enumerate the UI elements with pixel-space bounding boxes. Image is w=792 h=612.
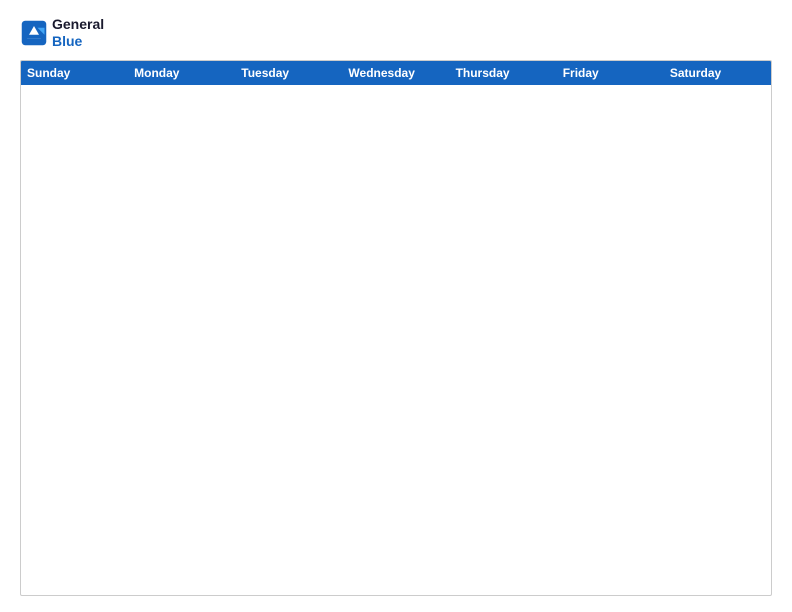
header-monday: Monday — [128, 61, 235, 85]
header-tuesday: Tuesday — [235, 61, 342, 85]
logo-icon — [20, 19, 48, 47]
header: General Blue — [20, 16, 772, 50]
header-friday: Friday — [557, 61, 664, 85]
header-thursday: Thursday — [450, 61, 557, 85]
header-saturday: Saturday — [664, 61, 771, 85]
header-sunday: Sunday — [21, 61, 128, 85]
header-wednesday: Wednesday — [342, 61, 449, 85]
logo: General Blue — [20, 16, 104, 50]
logo-line2: Blue — [52, 33, 104, 50]
calendar: Sunday Monday Tuesday Wednesday Thursday… — [20, 60, 772, 596]
calendar-header: Sunday Monday Tuesday Wednesday Thursday… — [21, 61, 771, 85]
logo-line1: General — [52, 16, 104, 33]
page: General Blue Sunday Monday Tuesday Wedne… — [0, 0, 792, 612]
